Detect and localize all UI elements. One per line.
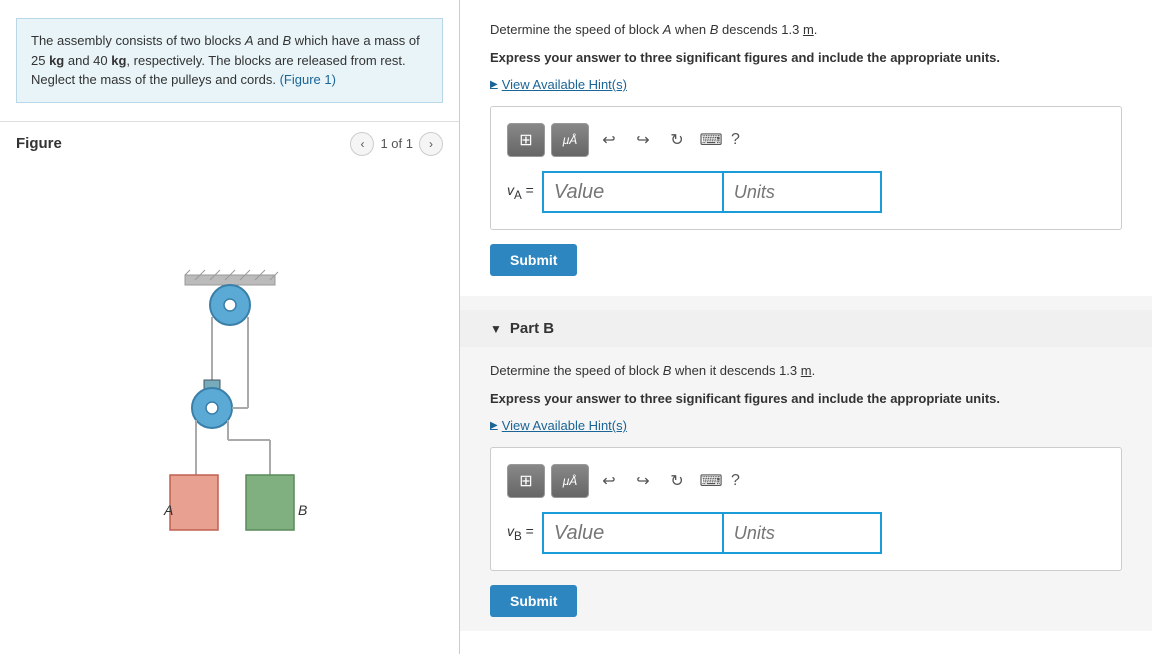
part-b-hint-link[interactable]: View Available Hint(s) bbox=[490, 418, 1122, 433]
part-a-var-label: vA = bbox=[507, 182, 534, 202]
part-a-redo-button[interactable]: ↪ bbox=[629, 126, 657, 154]
part-b-var-label: vB = bbox=[507, 523, 534, 543]
right-panel: Determine the speed of block A when B de… bbox=[460, 0, 1152, 654]
left-panel: The assembly consists of two blocks A an… bbox=[0, 0, 460, 654]
part-a-value-input[interactable] bbox=[542, 171, 722, 213]
part-a-grid-button[interactable]: ⊞ bbox=[507, 123, 545, 157]
problem-text: The assembly consists of two blocks A an… bbox=[31, 33, 420, 87]
figure-area: A B bbox=[0, 166, 459, 654]
part-a-refresh-button[interactable]: ↻ bbox=[663, 126, 691, 154]
part-a-submit-button[interactable]: Submit bbox=[490, 244, 577, 276]
figure-label: Figure bbox=[16, 135, 62, 152]
part-b-undo-button[interactable]: ↩ bbox=[595, 467, 623, 495]
refresh-icon: ↻ bbox=[670, 130, 683, 150]
part-b-mu-button[interactable]: μÅ bbox=[551, 464, 589, 498]
part-b-refresh-button[interactable]: ↻ bbox=[663, 467, 691, 495]
part-a-question: Determine the speed of block A when B de… bbox=[490, 20, 1122, 40]
part-a-input-row: vA = bbox=[507, 171, 1105, 213]
part-a-answer-box: ⊞ μÅ ↩ ↪ ↻ ⌨ ? bbox=[490, 106, 1122, 230]
part-a-section: Determine the speed of block A when B de… bbox=[490, 20, 1122, 276]
part-b-hint-text: View Available Hint(s) bbox=[502, 418, 627, 433]
part-b-title: Part B bbox=[510, 320, 554, 337]
part-b-units-input[interactable] bbox=[722, 512, 882, 554]
undo-icon-b: ↩ bbox=[602, 471, 615, 491]
part-b-keyboard-button[interactable]: ⌨ bbox=[697, 467, 725, 495]
figure-navigation: ‹ 1 of 1 › bbox=[350, 132, 443, 156]
part-b-answer-box: ⊞ μÅ ↩ ↪ ↻ ⌨ ? bbox=[490, 447, 1122, 571]
page-indicator: 1 of 1 bbox=[380, 136, 413, 151]
part-b-toolbar: ⊞ μÅ ↩ ↪ ↻ ⌨ ? bbox=[507, 464, 1105, 498]
part-a-mu-button[interactable]: μÅ bbox=[551, 123, 589, 157]
prev-figure-button[interactable]: ‹ bbox=[350, 132, 374, 156]
keyboard-icon: ⌨ bbox=[699, 130, 722, 150]
grid-icon: ⊞ bbox=[519, 130, 532, 150]
pulley-diagram: A B bbox=[130, 265, 330, 555]
part-a-hint-link[interactable]: View Available Hint(s) bbox=[490, 77, 1122, 92]
mu-icon: μÅ bbox=[563, 133, 578, 147]
part-b-help-icon[interactable]: ? bbox=[731, 472, 740, 490]
svg-text:A: A bbox=[163, 502, 173, 518]
part-b-value-input[interactable] bbox=[542, 512, 722, 554]
svg-text:B: B bbox=[298, 502, 307, 518]
redo-icon: ↪ bbox=[636, 130, 649, 150]
mu-icon-b: μÅ bbox=[563, 474, 578, 488]
part-a-undo-button[interactable]: ↩ bbox=[595, 126, 623, 154]
part-a-hint-text: View Available Hint(s) bbox=[502, 77, 627, 92]
part-a-toolbar: ⊞ μÅ ↩ ↪ ↻ ⌨ ? bbox=[507, 123, 1105, 157]
part-b-grid-button[interactable]: ⊞ bbox=[507, 464, 545, 498]
part-b-toggle-icon[interactable]: ▼ bbox=[490, 322, 502, 336]
problem-description: The assembly consists of two blocks A an… bbox=[16, 18, 443, 103]
part-b-express: Express your answer to three significant… bbox=[490, 389, 1122, 409]
part-a-help-icon[interactable]: ? bbox=[731, 131, 740, 149]
undo-icon: ↩ bbox=[602, 130, 615, 150]
next-figure-button[interactable]: › bbox=[419, 132, 443, 156]
part-b-redo-button[interactable]: ↪ bbox=[629, 467, 657, 495]
part-b-section: ▼ Part B Determine the speed of block B … bbox=[460, 296, 1152, 631]
grid-icon-b: ⊞ bbox=[519, 471, 532, 491]
part-b-input-row: vB = bbox=[507, 512, 1105, 554]
refresh-icon-b: ↻ bbox=[670, 471, 683, 491]
part-b-submit-button[interactable]: Submit bbox=[490, 585, 577, 617]
part-b-header: ▼ Part B bbox=[460, 310, 1152, 347]
redo-icon-b: ↪ bbox=[636, 471, 649, 491]
part-a-express: Express your answer to three significant… bbox=[490, 48, 1122, 68]
keyboard-icon-b: ⌨ bbox=[699, 471, 722, 491]
figure-header: Figure ‹ 1 of 1 › bbox=[0, 121, 459, 166]
part-b-question: Determine the speed of block B when it d… bbox=[490, 361, 1122, 381]
part-a-units-input[interactable] bbox=[722, 171, 882, 213]
part-a-keyboard-button[interactable]: ⌨ bbox=[697, 126, 725, 154]
